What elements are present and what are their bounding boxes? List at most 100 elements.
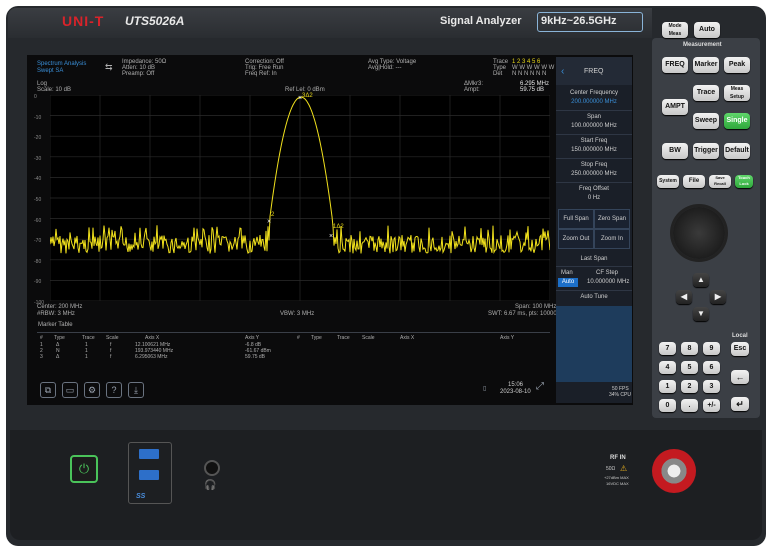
auto-key[interactable]: Auto bbox=[694, 22, 720, 38]
digit-key[interactable]: 6 bbox=[703, 361, 720, 374]
folder-icon[interactable]: ▭ bbox=[62, 382, 78, 398]
help-icon[interactable]: ? bbox=[106, 382, 122, 398]
digit-key[interactable]: . bbox=[681, 399, 698, 412]
digit-key[interactable]: +/- bbox=[703, 399, 720, 412]
trace-dets: N N N N N N bbox=[512, 71, 547, 77]
digit-key[interactable]: 8 bbox=[681, 342, 698, 355]
y-tick-label: -90 bbox=[34, 279, 42, 286]
marker-table-cell: 1 bbox=[85, 354, 88, 360]
span-value: 100.000000 MHz bbox=[571, 123, 617, 129]
screenshot-icon[interactable]: ⧉ bbox=[40, 382, 56, 398]
backspace-icon[interactable]: ← bbox=[731, 370, 749, 384]
mode-meas-key[interactable]: Mode Meas bbox=[662, 22, 688, 38]
peak-key[interactable]: Peak bbox=[724, 57, 750, 73]
marker-key[interactable]: Marker bbox=[693, 57, 719, 73]
marker-table-cell: 3 bbox=[40, 354, 43, 360]
cf-auto-toggle[interactable]: Auto bbox=[558, 278, 578, 287]
default-key[interactable]: Default bbox=[724, 143, 750, 159]
back-icon[interactable]: ‹ bbox=[561, 66, 564, 77]
usb-ports bbox=[128, 442, 172, 504]
marker-table-header-cell: Scale bbox=[106, 335, 119, 341]
zoom-out-button[interactable]: Zoom Out bbox=[558, 229, 594, 249]
separator bbox=[556, 182, 632, 183]
system-key[interactable]: System bbox=[657, 175, 679, 188]
marker-table-header-cell: Type bbox=[54, 335, 65, 341]
start-freq-key[interactable]: Start Freq bbox=[556, 138, 632, 144]
rf-input-connector[interactable] bbox=[652, 449, 696, 493]
fullscreen-icon[interactable]: ⤢ bbox=[536, 381, 544, 392]
softkey-title: FREQ bbox=[584, 68, 604, 75]
marker-table-header-cell: # bbox=[40, 335, 43, 341]
marker-table-header-cell: Type bbox=[311, 335, 322, 341]
marker-glyph: × bbox=[329, 233, 333, 240]
cf-man-label[interactable]: Man bbox=[561, 270, 573, 276]
digit-key[interactable]: 0 bbox=[659, 399, 676, 412]
y-tick-label: -10 bbox=[34, 114, 42, 121]
digit-key[interactable]: 7 bbox=[659, 342, 676, 355]
arrow-right-icon[interactable]: ▶ bbox=[710, 290, 726, 304]
marker-table-header-cell: Axis X bbox=[400, 335, 415, 341]
freq-offset-value: 0 Hz bbox=[587, 195, 601, 201]
power-icon: ⏻ bbox=[78, 461, 90, 476]
marker-table-header-cell: Axis Y bbox=[500, 335, 515, 341]
stop-freq-value: 250.000000 MHz bbox=[571, 171, 617, 177]
trigger-key[interactable]: Trigger bbox=[693, 143, 719, 159]
y-tick-label: -30 bbox=[34, 155, 42, 162]
file-key[interactable]: File bbox=[683, 175, 705, 188]
rf-impedance: 50Ω bbox=[606, 466, 616, 472]
y-tick-label: -70 bbox=[34, 238, 42, 245]
span-key[interactable]: Span bbox=[556, 114, 632, 120]
arrow-down-icon[interactable]: ▼ bbox=[693, 307, 709, 321]
stop-freq-key[interactable]: Stop Freq bbox=[556, 162, 632, 168]
center-freq-key[interactable]: Center Frequency bbox=[556, 90, 632, 96]
esc-key[interactable]: Esc bbox=[731, 342, 749, 356]
span-info: Span: 100 MHz bbox=[515, 304, 557, 310]
zoom-in-button[interactable]: Zoom In bbox=[594, 229, 630, 249]
arrow-left-icon[interactable]: ◀ bbox=[676, 290, 692, 304]
model-name: UTS5026A bbox=[125, 14, 185, 28]
marker-table-cell: f bbox=[110, 354, 112, 360]
mode-label[interactable]: Spectrum Analysis bbox=[37, 61, 86, 68]
separator bbox=[556, 290, 632, 291]
brand-logo: UNI-T bbox=[62, 13, 105, 29]
bw-key[interactable]: BW bbox=[662, 143, 688, 159]
save-recall-key[interactable]: Save Recall bbox=[709, 175, 731, 188]
touch-lock-key[interactable]: Touch Lock bbox=[735, 175, 753, 188]
mode-sub-label[interactable]: Swept SA bbox=[37, 68, 63, 75]
digit-key[interactable]: 2 bbox=[681, 380, 698, 393]
full-span-button[interactable]: Full Span bbox=[558, 209, 594, 229]
single-key[interactable]: Single bbox=[724, 113, 750, 129]
usb-port[interactable] bbox=[139, 449, 159, 459]
meas-setup-key[interactable]: Meas Setup bbox=[724, 85, 750, 101]
auto-tune-key[interactable]: Auto Tune bbox=[556, 294, 632, 300]
sweep-key[interactable]: Sweep bbox=[693, 113, 719, 129]
y-tick-label: -80 bbox=[34, 258, 42, 265]
digit-key[interactable]: 3 bbox=[703, 380, 720, 393]
digit-key[interactable]: 1 bbox=[659, 380, 676, 393]
ampt-key[interactable]: AMPT bbox=[662, 99, 688, 115]
enter-icon[interactable]: ↵ bbox=[731, 397, 749, 411]
last-span-key[interactable]: Last Span bbox=[556, 256, 632, 262]
arrow-up-icon[interactable]: ▲ bbox=[693, 273, 709, 287]
spectrum-plot[interactable]: × × × bbox=[50, 95, 550, 301]
rotary-knob[interactable] bbox=[673, 207, 725, 259]
avg-hold: Avg|Hold: --- bbox=[368, 65, 402, 71]
freq-key[interactable]: FREQ bbox=[662, 57, 688, 73]
swap-icon[interactable]: ⇆ bbox=[105, 62, 113, 73]
digit-key[interactable]: 4 bbox=[659, 361, 676, 374]
digit-key[interactable]: 9 bbox=[703, 342, 720, 355]
cf-step-key[interactable]: CF Step bbox=[596, 270, 618, 276]
freq-offset-key[interactable]: Freq Offset bbox=[556, 186, 632, 192]
headphone-jack[interactable] bbox=[204, 460, 220, 476]
usb-port[interactable] bbox=[139, 470, 159, 480]
power-button[interactable]: ⏻ bbox=[70, 455, 98, 483]
digit-key[interactable]: 5 bbox=[681, 361, 698, 374]
ampt-value: 59.75 dB bbox=[520, 87, 545, 93]
marker-peak-label: 3Δ2 bbox=[302, 93, 313, 99]
trace-key[interactable]: Trace bbox=[693, 85, 719, 101]
download-icon[interactable]: ⤓ bbox=[128, 382, 144, 398]
marker-table-cell: 6.295063 MHz bbox=[135, 354, 168, 360]
gear-icon[interactable]: ⚙ bbox=[84, 382, 100, 398]
zero-span-button[interactable]: Zero Span bbox=[594, 209, 630, 229]
marker-right-label: 1Δ2 bbox=[333, 224, 344, 230]
